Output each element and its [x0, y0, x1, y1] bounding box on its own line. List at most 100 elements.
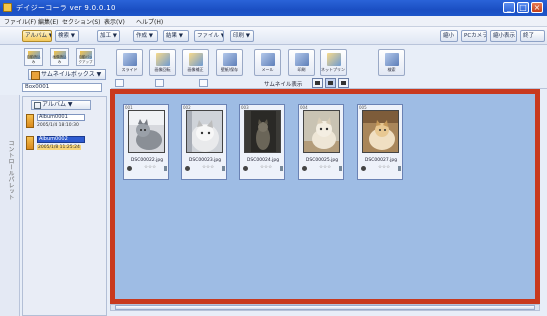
- photo-thumbnail[interactable]: 005 DSC00027.jpg ☆☆☆: [357, 104, 403, 180]
- shrink-button[interactable]: 縮小: [440, 30, 458, 42]
- menu-edit[interactable]: 編集(E): [38, 17, 58, 26]
- album-date: 2005/1/4 18:10:30: [37, 123, 79, 128]
- copy-tool-button[interactable]: [199, 79, 208, 87]
- photo-thumbnail[interactable]: 001 DSC00022.jpg ☆☆☆: [123, 104, 169, 180]
- cat-photo-image: [363, 111, 398, 152]
- close-button[interactable]: ×: [531, 2, 543, 13]
- result-menu-button[interactable]: 結果 ▼: [163, 30, 189, 42]
- auto-import-label: 自動読込み: [26, 55, 41, 64]
- thumbnail-area[interactable]: 001 DSC00022.jpg ☆☆☆ 002 DSC00023.jpg ☆☆…: [110, 89, 540, 304]
- album-menu-button[interactable]: アルバム ▼: [22, 30, 52, 42]
- search-menu-button[interactable]: 検索 ▼: [55, 30, 79, 42]
- cat-photo-image: [304, 111, 339, 152]
- exit-button[interactable]: 終了: [520, 30, 545, 42]
- menu-section[interactable]: セクション(S): [62, 17, 101, 26]
- control-palette-tab[interactable]: コントロールパレット: [0, 95, 20, 316]
- wallpaper-button[interactable]: 壁紙/保存: [216, 49, 243, 76]
- thumbnail-filename: DSC00027.jpg: [364, 158, 398, 163]
- print-icon: [295, 53, 309, 66]
- slideshow-label: スライド: [121, 67, 138, 72]
- album-panel: アルバム ▼ Album0001 2005/1/4 18:10:30 Album…: [22, 96, 107, 316]
- rating-stars[interactable]: ☆☆☆: [144, 165, 156, 170]
- camera-icon: [302, 166, 307, 171]
- import-button[interactable]: 画像読込み: [50, 48, 69, 66]
- correct-label: 画像補正: [187, 67, 204, 72]
- menu-help[interactable]: ヘルプ(H): [136, 17, 163, 26]
- photo-thumbnail[interactable]: 002 DSC00023.jpg ☆☆☆: [181, 104, 227, 180]
- search-label: 検索: [387, 67, 396, 72]
- net-print-label: ネットプリント: [321, 67, 346, 72]
- rating-stars[interactable]: ☆☆☆: [202, 165, 214, 170]
- search-icon: [385, 53, 399, 66]
- horizontal-scrollbar[interactable]: [110, 304, 540, 311]
- camera-icon: [127, 166, 132, 171]
- pc-camera-button[interactable]: PCカメラ: [461, 30, 487, 42]
- thumbnail-filename: DSC00024.jpg: [246, 158, 280, 163]
- wallpaper-label: 壁紙/保存: [220, 67, 239, 72]
- edit-menu-button[interactable]: 加工 ▼: [97, 30, 120, 42]
- memo-icon: [398, 166, 401, 171]
- cat-photo: [303, 110, 340, 153]
- cat-photo: [128, 110, 165, 153]
- memo-icon: [164, 166, 167, 171]
- mail-button[interactable]: メール: [254, 49, 281, 76]
- photo-thumbnail[interactable]: 003 DSC00024.jpg ☆☆☆: [239, 104, 285, 180]
- small-size-icon: [315, 81, 320, 85]
- slideshow-icon: [123, 53, 137, 66]
- box-mode-dropdown[interactable]: サムネイルボックス ▼: [28, 69, 106, 80]
- cat-photo: [244, 110, 281, 153]
- large-size-icon: [341, 81, 346, 85]
- rating-stars[interactable]: ☆☆☆: [319, 165, 331, 170]
- thumbnail-view-label: サムネイル表示: [264, 82, 303, 88]
- album-item[interactable]: Album0001 2005/1/4 18:10:30: [26, 113, 86, 131]
- rotate-label: 画像回転: [154, 67, 171, 72]
- correct-button[interactable]: 画像補正: [182, 49, 209, 76]
- menu-bar: ファイル(F) 編集(E) セクション(S) 表示(V) ヘルプ(H): [0, 16, 547, 27]
- shrink-view-button[interactable]: 縮小表示: [490, 30, 517, 42]
- auto-import-button[interactable]: 自動読込み: [24, 48, 43, 66]
- menu-file[interactable]: ファイル(F): [4, 17, 36, 26]
- view-tool-button[interactable]: [115, 79, 124, 87]
- import-label: 画像読込み: [52, 55, 67, 64]
- rating-stars[interactable]: ☆☆☆: [378, 165, 390, 170]
- box-name-field[interactable]: Box0001: [22, 83, 102, 92]
- rating-stars[interactable]: ☆☆☆: [260, 165, 272, 170]
- net-print-button[interactable]: ネットプリント: [320, 49, 347, 76]
- title-bar: デイジーコーラ ver 9.0.0.10 _ □ ×: [0, 0, 547, 16]
- album-date: 2005/1/8 11:25:24: [37, 145, 81, 150]
- menu-view[interactable]: 表示(V): [104, 17, 125, 26]
- minimize-button[interactable]: _: [503, 2, 515, 13]
- scrollbar-thumb[interactable]: [115, 305, 535, 310]
- file-menu-button[interactable]: ファイル ▼: [194, 30, 224, 42]
- album-item-selected[interactable]: Album0002 2005/1/8 11:25:24: [26, 135, 86, 153]
- thumb-size-small-button[interactable]: [312, 78, 323, 88]
- album-name: Album0002: [37, 136, 85, 143]
- camera-icon: [185, 166, 190, 171]
- print-menu-button[interactable]: 印刷 ▼: [230, 30, 254, 42]
- slideshow-button[interactable]: スライド: [116, 49, 143, 76]
- album-dropdown[interactable]: アルバム ▼: [31, 100, 91, 110]
- backup-button[interactable]: 自動バックアップ: [76, 48, 95, 66]
- memo-icon: [280, 166, 283, 171]
- cat-photo-image: [245, 111, 280, 152]
- thumbnail-filename: DSC00025.jpg: [305, 158, 339, 163]
- app-icon: [3, 3, 12, 12]
- create-menu-button[interactable]: 作成 ▼: [133, 30, 158, 42]
- rotate-icon: [156, 53, 170, 66]
- search-button[interactable]: 検索: [378, 49, 405, 76]
- cat-photo-image: [187, 111, 222, 152]
- app-window: デイジーコーラ ver 9.0.0.10 _ □ × ファイル(F) 編集(E)…: [0, 0, 547, 316]
- photo-thumbnail[interactable]: 004 DSC00025.jpg ☆☆☆: [298, 104, 344, 180]
- thumb-size-large-button[interactable]: [338, 78, 349, 88]
- thumbnail-bar: サムネイル表示: [111, 77, 547, 89]
- camera-icon: [243, 166, 248, 171]
- maximize-button[interactable]: □: [517, 2, 529, 13]
- rotate-button[interactable]: 画像回転: [149, 49, 176, 76]
- album-icon: [26, 136, 34, 150]
- thumb-size-medium-button[interactable]: [325, 78, 336, 88]
- medium-size-icon: [328, 81, 333, 85]
- cat-photo: [362, 110, 399, 153]
- find-tool-button[interactable]: [155, 79, 164, 87]
- backup-label: 自動バックアップ: [78, 55, 93, 64]
- print-button[interactable]: 印刷: [288, 49, 315, 76]
